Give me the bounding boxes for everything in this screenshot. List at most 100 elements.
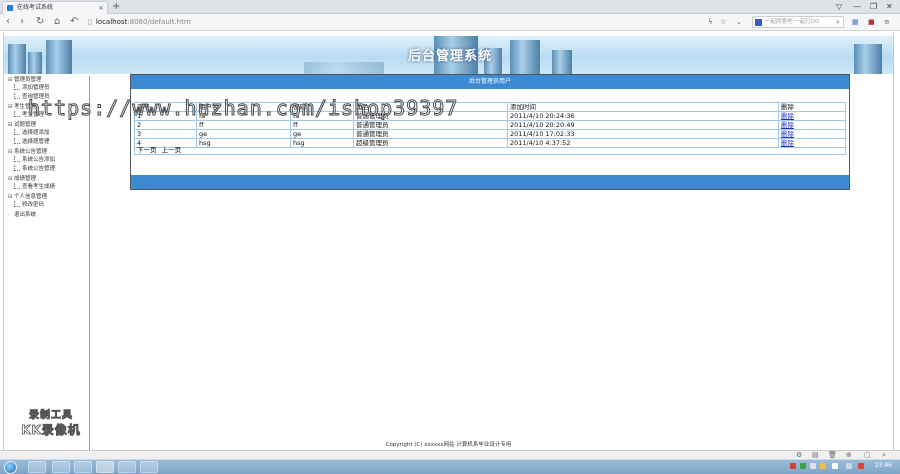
search-placeholder: 一起同意吧 一起打OO [765,19,820,25]
refresh-icon[interactable]: ↻ [36,16,44,28]
menu-icon[interactable]: ▽ [836,1,842,13]
tray-flag-icon[interactable] [858,463,864,469]
banner-title: 后台管理系统 [408,49,493,64]
favicon-icon [7,5,13,11]
sidebar-group-header[interactable]: ⊟系统公告管理 [8,148,55,156]
maximize-button[interactable]: ❐ [870,1,877,13]
sidebar-item[interactable]: 选择题管理 [8,138,50,147]
tab-title: 在线考试系统 [17,4,54,11]
sidebar-group-header[interactable]: ⊟试题管理 [8,121,50,129]
table-cell: ge [290,129,354,139]
table-cell: ff [196,120,291,130]
search-engine-icon [755,19,762,26]
sidebar-item[interactable]: 添加管理员 [8,84,50,93]
sidebar-group: · 退出系统 [8,211,36,219]
tray-status-icon[interactable] [800,463,806,469]
sidebar-group-label: 管理员管理 [14,77,42,83]
panel-footer-bar [131,175,849,189]
sidebar-group: ⊟试题管理 选择题添加 选择题管理 [8,121,50,147]
sidebar-group-label: 成绩管理 [14,176,37,182]
start-button[interactable] [4,461,17,474]
table-cell: 2 [134,120,197,130]
sidebar-item[interactable]: 系统公告添加 [8,156,55,165]
table-cell: 2011/4/10 20:20:49 [507,120,779,130]
extension-icon[interactable]: ■ [868,16,875,28]
next-page-link[interactable]: 下一页 [137,146,157,154]
page-info-icon: ▯ [88,18,92,26]
home-icon[interactable]: ⌂ [54,16,60,28]
table-row: 3 ge ge 普通管理员 2011/4/10 17:02:33 删除 [134,129,846,139]
more-menu-icon[interactable]: ≡ [884,16,890,28]
recorder-watermark: 录制工具 KK录像机 [16,406,86,438]
tray-ime-icon[interactable] [846,463,852,469]
url-host: localhost [95,18,128,26]
minimize-button[interactable]: — [853,1,861,13]
table-cell: 普通管理员 [353,120,508,130]
taskbar-app-recorder-icon[interactable] [140,461,158,473]
taskbar-app-explorer-icon[interactable] [28,461,46,473]
taskbar-app-network-icon[interactable] [74,461,92,473]
os-taskbar: 23:46 [0,459,900,474]
prev-page-link[interactable]: 上一页 [162,146,182,154]
table-cell: 删除 [778,111,846,121]
recorder-line1: 录制工具 [29,410,73,422]
column-header: 添加时间 [507,102,779,112]
lightning-icon[interactable]: ϟ [708,16,713,28]
tray-alert-icon[interactable] [820,463,826,469]
column-header: 删除 [778,102,846,112]
address-bar[interactable]: ▯ localhost:8080/default.htm [88,16,703,29]
recorder-line2: KK录像机 [21,423,81,438]
watermark-text: https://www.huzhan.com/ishop39397 [27,96,459,121]
pagination: 下一页 上一页 [134,146,846,155]
sidebar-item[interactable]: 修改密码 [8,201,47,210]
sidebar-item[interactable]: 选择题添加 [8,129,50,138]
header-banner: 后台管理系统 [4,36,893,74]
table-row: 2 ff ff 普通管理员 2011/4/10 20:20:49 删除 [134,120,846,130]
address-toolbar: ‹ › ↻ ⌂ ↶ ▯ localhost:8080/default.htm ϟ … [0,14,900,31]
browser-tab[interactable]: 在线考试系统 × [2,1,108,14]
sidebar-group: ⊟个人信息管理 修改密码 [8,193,47,210]
taskbar-app-vs-icon[interactable] [118,461,136,473]
table-cell: 3 [134,129,197,139]
browser-tab-strip: 在线考试系统 × + ▽ — ❐ ✕ [0,0,900,14]
dropdown-icon[interactable]: ⌄ [736,16,742,28]
sidebar-group-header[interactable]: ⊟个人信息管理 [8,193,47,201]
sidebar-group-header[interactable]: · 退出系统 [8,211,36,219]
sidebar-group: ⊟成绩管理 查看考生成绩 [8,175,55,192]
new-tab-button[interactable]: + [112,1,120,13]
apps-icon[interactable]: ▦ [852,16,859,28]
close-window-button[interactable]: ✕ [886,1,893,13]
tray-network-icon[interactable] [810,463,816,469]
copyright-text: Copyright (C) xxxxxx网站 计算机系毕业设计专用 [385,442,512,448]
table-cell: 删除 [778,120,846,130]
delete-link[interactable]: 删除 [781,112,794,120]
taskbar-app-media-icon[interactable] [52,461,70,473]
sidebar-group-label: 退出系统 [14,212,37,218]
tray-antivirus-icon[interactable] [790,463,796,469]
star-icon[interactable]: ☆ [720,16,726,28]
sidebar-item[interactable]: 系统公告管理 [8,165,55,174]
tab-close-icon[interactable]: × [98,2,104,14]
url-path: :8080/default.htm [127,18,191,26]
page-viewport: 后台管理系统 https://www.huzhan.com/ishop39397… [3,32,894,450]
sidebar-group-header[interactable]: ⊟管理员管理 [8,76,50,84]
sidebar-group-header[interactable]: ⊟成绩管理 [8,175,55,183]
undo-icon[interactable]: ↶ [70,16,78,28]
forward-icon[interactable]: › [20,16,24,28]
delete-link[interactable]: 删除 [781,121,794,129]
sidebar-group-label: 试题管理 [14,122,37,128]
delete-link[interactable]: 删除 [781,130,794,138]
taskbar-app-browser-icon[interactable] [96,461,114,473]
table-cell: 普通管理员 [353,129,508,139]
sidebar-group-label: 个人信息管理 [14,194,48,200]
search-icon[interactable]: ⌕ [836,16,840,28]
panel-title: 后台管理员用户 [131,75,849,89]
taskbar-clock: 23:46 [874,462,892,469]
table-cell: ge [196,129,291,139]
search-input[interactable]: 一起同意吧 一起打OO [752,16,844,28]
back-icon[interactable]: ‹ [6,16,10,28]
sidebar-group: ⊟系统公告管理 系统公告添加 系统公告管理 [8,148,55,174]
tray-volume-icon[interactable] [832,463,838,469]
sidebar-item[interactable]: 查看考生成绩 [8,183,55,192]
sidebar-tree: ⊟管理员管理 添加管理员 查询管理员 ⊟考生管理 考生管理 ⊟试题管理 选择题添加 选择题管理… [4,76,90,450]
